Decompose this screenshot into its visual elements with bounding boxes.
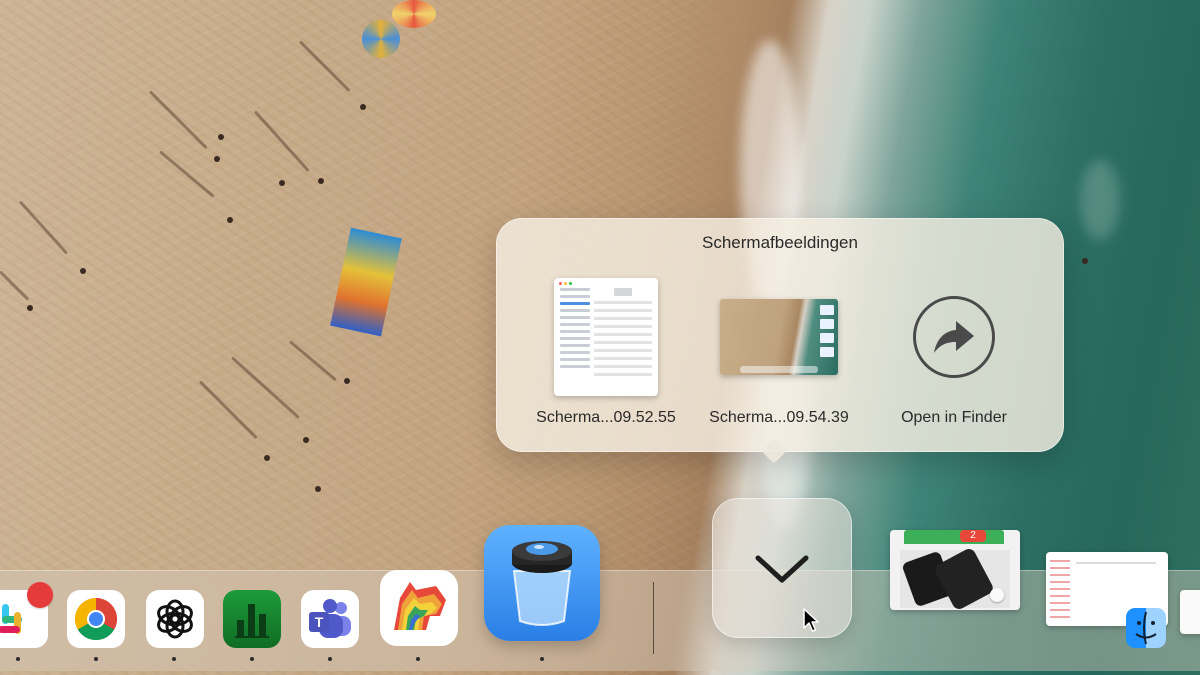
teams-icon[interactable]: T	[301, 590, 359, 648]
badge-count: 2	[960, 530, 986, 542]
running-indicator	[94, 657, 98, 661]
chevron-down-icon	[755, 555, 809, 583]
running-indicator	[540, 657, 544, 661]
chatgpt-icon[interactable]	[146, 590, 204, 648]
stack-popover: Schermafbeeldingen Scherma...09.52.55 Sc…	[496, 218, 1064, 452]
stack-item-label: Scherma...09.54.39	[709, 409, 849, 426]
running-indicator	[416, 657, 420, 661]
notification-badge	[27, 582, 53, 608]
arrow-forward-icon	[913, 296, 995, 378]
finder-icon[interactable]	[1126, 608, 1166, 648]
stack-item-label: Scherma...09.52.55	[536, 409, 676, 426]
stack-item-label: Open in Finder	[901, 409, 1007, 426]
open-in-finder-button[interactable]: Open in Finder	[869, 277, 1039, 427]
preview-icon[interactable]	[484, 525, 600, 641]
minimized-window-edge[interactable]	[1180, 590, 1200, 634]
stack-item-screenshot-1[interactable]: Scherma...09.52.55	[521, 277, 691, 427]
mouse-cursor-icon	[803, 608, 819, 632]
running-indicator	[16, 657, 20, 661]
running-indicator	[328, 657, 332, 661]
stack-tile[interactable]	[712, 498, 852, 638]
stack-item-screenshot-2[interactable]: Scherma...09.54.39	[694, 277, 864, 427]
stack-title: Schermafbeeldingen	[702, 233, 858, 252]
chrome-icon[interactable]	[67, 590, 125, 648]
desktop-screenshot-thumbnail	[720, 299, 838, 375]
running-indicator	[172, 657, 176, 661]
settings-screenshot-thumbnail	[554, 278, 658, 396]
dock-divider	[653, 582, 654, 654]
running-indicator	[250, 657, 254, 661]
numbers-icon[interactable]	[223, 590, 281, 648]
bear-icon[interactable]	[380, 570, 458, 646]
svg-text:T: T	[315, 614, 324, 630]
minimized-window-notes[interactable]: 2	[890, 530, 1020, 610]
